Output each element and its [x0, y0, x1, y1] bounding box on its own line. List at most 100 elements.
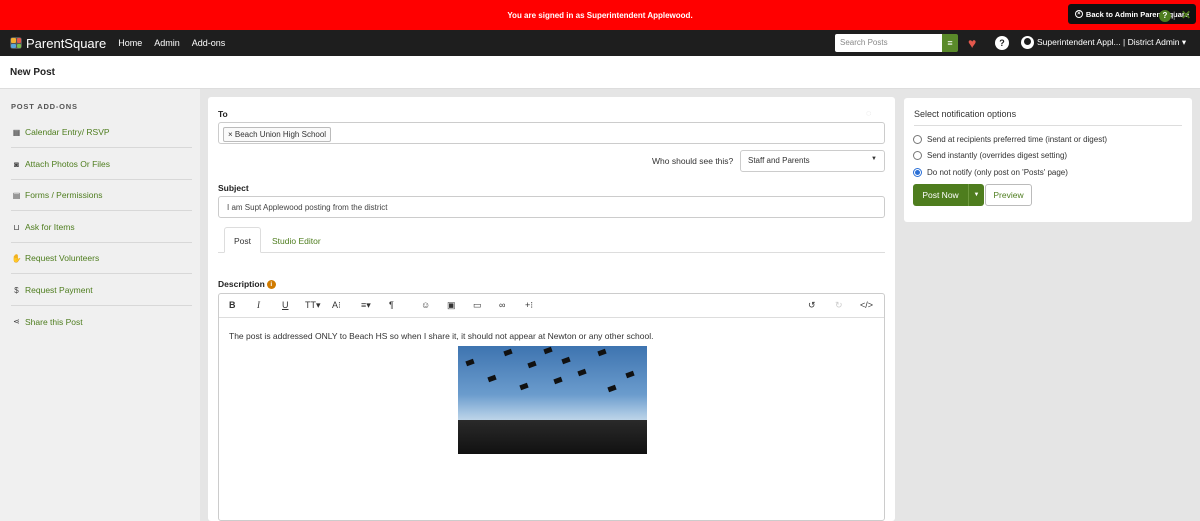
sidebar-item-calendar[interactable]: ▦ Calendar Entry/ RSVP [11, 117, 192, 148]
audience-label: Who should see this? [652, 156, 734, 166]
banner-text: You are signed in as Superintendent Appl… [507, 10, 693, 20]
divider: | [1173, 10, 1176, 20]
recipient-field[interactable]: × Beach Union High School [218, 122, 885, 144]
subject-label: Subject [218, 183, 249, 193]
tab-divider [218, 252, 885, 253]
share-icon: ⋖ [13, 317, 20, 326]
sidebar-heading: POST ADD-ONS [11, 102, 78, 111]
avatar-icon [1021, 36, 1034, 49]
nav-home[interactable]: Home [118, 38, 142, 48]
eye-slash-icon[interactable]: ◌ [866, 108, 871, 118]
back-to-admin-button[interactable]: × Back to Admin ParentSquare [1067, 4, 1196, 24]
nav-admin[interactable]: Admin [154, 38, 180, 48]
notify-option-label: Send instantly (overrides digest setting… [927, 151, 1068, 160]
logo[interactable]: ParentSquare [10, 36, 106, 51]
sidebar-item-label: Share this Post [25, 316, 83, 327]
search-box: Search Posts ≡ [835, 34, 958, 52]
radio-button[interactable] [913, 151, 922, 160]
divider [914, 125, 1182, 126]
description-label: Description i [218, 279, 276, 289]
page-title: New Post [10, 67, 56, 78]
radio-button[interactable] [913, 135, 922, 144]
notify-option-none[interactable]: Do not notify (only post on 'Posts' page… [913, 168, 1068, 177]
notify-option-label: Do not notify (only post on 'Posts' page… [927, 168, 1068, 177]
graduation-photo[interactable] [458, 346, 647, 454]
sidebar-item-label: Request Payment [25, 285, 93, 295]
notify-option-preferred[interactable]: Send at recipients preferred time (insta… [913, 135, 1107, 144]
description-label-text: Description [218, 279, 265, 289]
logo-icon [10, 37, 22, 49]
crowd-silhouette [458, 420, 647, 454]
hand-icon: ✋ [11, 253, 22, 263]
tab-studio-editor[interactable]: Studio Editor [272, 236, 321, 246]
emoji-icon[interactable]: ☺ [421, 300, 430, 310]
subject-input[interactable]: I am Supt Applewood posting from the dis… [218, 196, 885, 218]
nav-add-ons[interactable]: Add-ons [192, 38, 226, 48]
video-icon[interactable]: ▭ [473, 300, 482, 311]
align-icon[interactable]: ≡▾ [361, 300, 371, 311]
editor-toolbar: B I U TT▾ A⁝ ≡▾ ¶ ☺ ▣ ▭ ∞ +⁝ ↺ ↻ </> [219, 294, 884, 318]
radio-button-selected[interactable] [913, 168, 922, 177]
sidebar-item-forms[interactable]: ▤ Forms / Permissions [11, 180, 192, 211]
basket-icon: ⊔ [13, 222, 20, 232]
impersonation-banner: You are signed in as Superintendent Appl… [0, 0, 1200, 30]
rich-text-editor: B I U TT▾ A⁝ ≡▾ ¶ ☺ ▣ ▭ ∞ +⁝ ↺ ↻ </> The… [218, 293, 885, 521]
post-now-label: Post Now [922, 190, 959, 200]
camera-icon: ◙ [14, 159, 19, 169]
close-circle-icon: × [1074, 10, 1083, 18]
add-ons-sidebar: POST ADD-ONS ▦ Calendar Entry/ RSVP ◙ Atta… [0, 89, 200, 521]
page-help-icon[interactable]: ? [1159, 10, 1171, 22]
document-icon: ▤ [12, 190, 21, 200]
dollar-icon: $ [14, 285, 19, 295]
editor-body-text[interactable]: The post is addressed ONLY to Beach HS s… [229, 331, 653, 341]
search-input[interactable]: Search Posts [835, 34, 942, 52]
sidebar-item-attach[interactable]: ◙ Attach Photos Or Files [11, 149, 192, 180]
notification-panel: Select notification options Send at reci… [904, 98, 1192, 222]
tab-post[interactable]: Post [224, 227, 261, 253]
undo-icon[interactable]: ↺ [808, 300, 816, 311]
image-icon[interactable]: ▣ [447, 300, 456, 311]
sidebar-item-label: Request Volunteers [25, 253, 100, 263]
paragraph-icon[interactable]: ¶ [389, 300, 394, 310]
top-nav: ParentSquare Home Admin Add-ons Search P… [0, 30, 1200, 56]
post-now-button[interactable]: Post Now ▼ [913, 184, 984, 206]
preview-button[interactable]: Preview [985, 184, 1032, 206]
filter-icon[interactable]: ≡ [942, 34, 958, 52]
caret-down-icon: ▼ [871, 156, 877, 162]
calendar-icon: ▦ [12, 127, 21, 137]
user-menu-label: Superintendent Appl... | District Admin … [1037, 37, 1187, 47]
sidebar-item-ask[interactable]: ⊔ Ask for Items [11, 212, 192, 243]
more-icon[interactable]: +⁝ [525, 300, 533, 311]
user-menu[interactable]: Superintendent Appl... | District Admin … [1021, 36, 1186, 49]
redo-icon[interactable]: ↻ [835, 300, 843, 311]
sidebar-item-label: Forms / Permissions [25, 190, 103, 200]
text-size-icon[interactable]: TT▾ [305, 300, 321, 311]
notify-option-label: Send at recipients preferred time (insta… [927, 135, 1108, 144]
sidebar-item-label: Ask for Items [25, 222, 75, 232]
audience-value: Staff and Parents [748, 156, 810, 165]
sidebar-item-label: Calendar Entry/ RSVP [25, 127, 110, 137]
help-icon[interactable]: ? [995, 36, 1009, 50]
caret-down-icon[interactable]: ▼ [968, 184, 984, 206]
code-view-icon[interactable]: </> [860, 300, 873, 310]
title-bar: New Post [0, 56, 1200, 89]
logo-text: ParentSquare [26, 35, 107, 51]
audience-select[interactable]: Staff and Parents ▼ [740, 150, 885, 172]
info-icon[interactable]: i [266, 280, 276, 289]
sidebar-item-payment[interactable]: $ Request Payment [11, 275, 192, 306]
notification-title: Select notification options [914, 109, 1017, 119]
italic-icon[interactable]: I [257, 300, 260, 310]
recipient-chip[interactable]: × Beach Union High School [223, 127, 332, 142]
sidebar-item-label: Attach Photos Or Files [25, 159, 111, 169]
sidebar-item-volunteers[interactable]: ✋ Request Volunteers [11, 243, 192, 274]
notify-option-instant[interactable]: Send instantly (overrides digest setting… [913, 151, 1067, 160]
heart-icon[interactable]: ♥ [968, 35, 976, 51]
to-label: To [218, 109, 228, 119]
close-icon[interactable]: ✕ [1181, 8, 1191, 22]
bold-icon[interactable]: B [229, 300, 236, 310]
sidebar-item-share[interactable]: ⋖ Share this Post [11, 306, 192, 337]
text-color-icon[interactable]: A⁝ [332, 300, 341, 311]
subject-value: I am Supt Applewood posting from the dis… [227, 203, 388, 212]
link-icon[interactable]: ∞ [499, 300, 505, 310]
underline-icon[interactable]: U [282, 300, 289, 310]
